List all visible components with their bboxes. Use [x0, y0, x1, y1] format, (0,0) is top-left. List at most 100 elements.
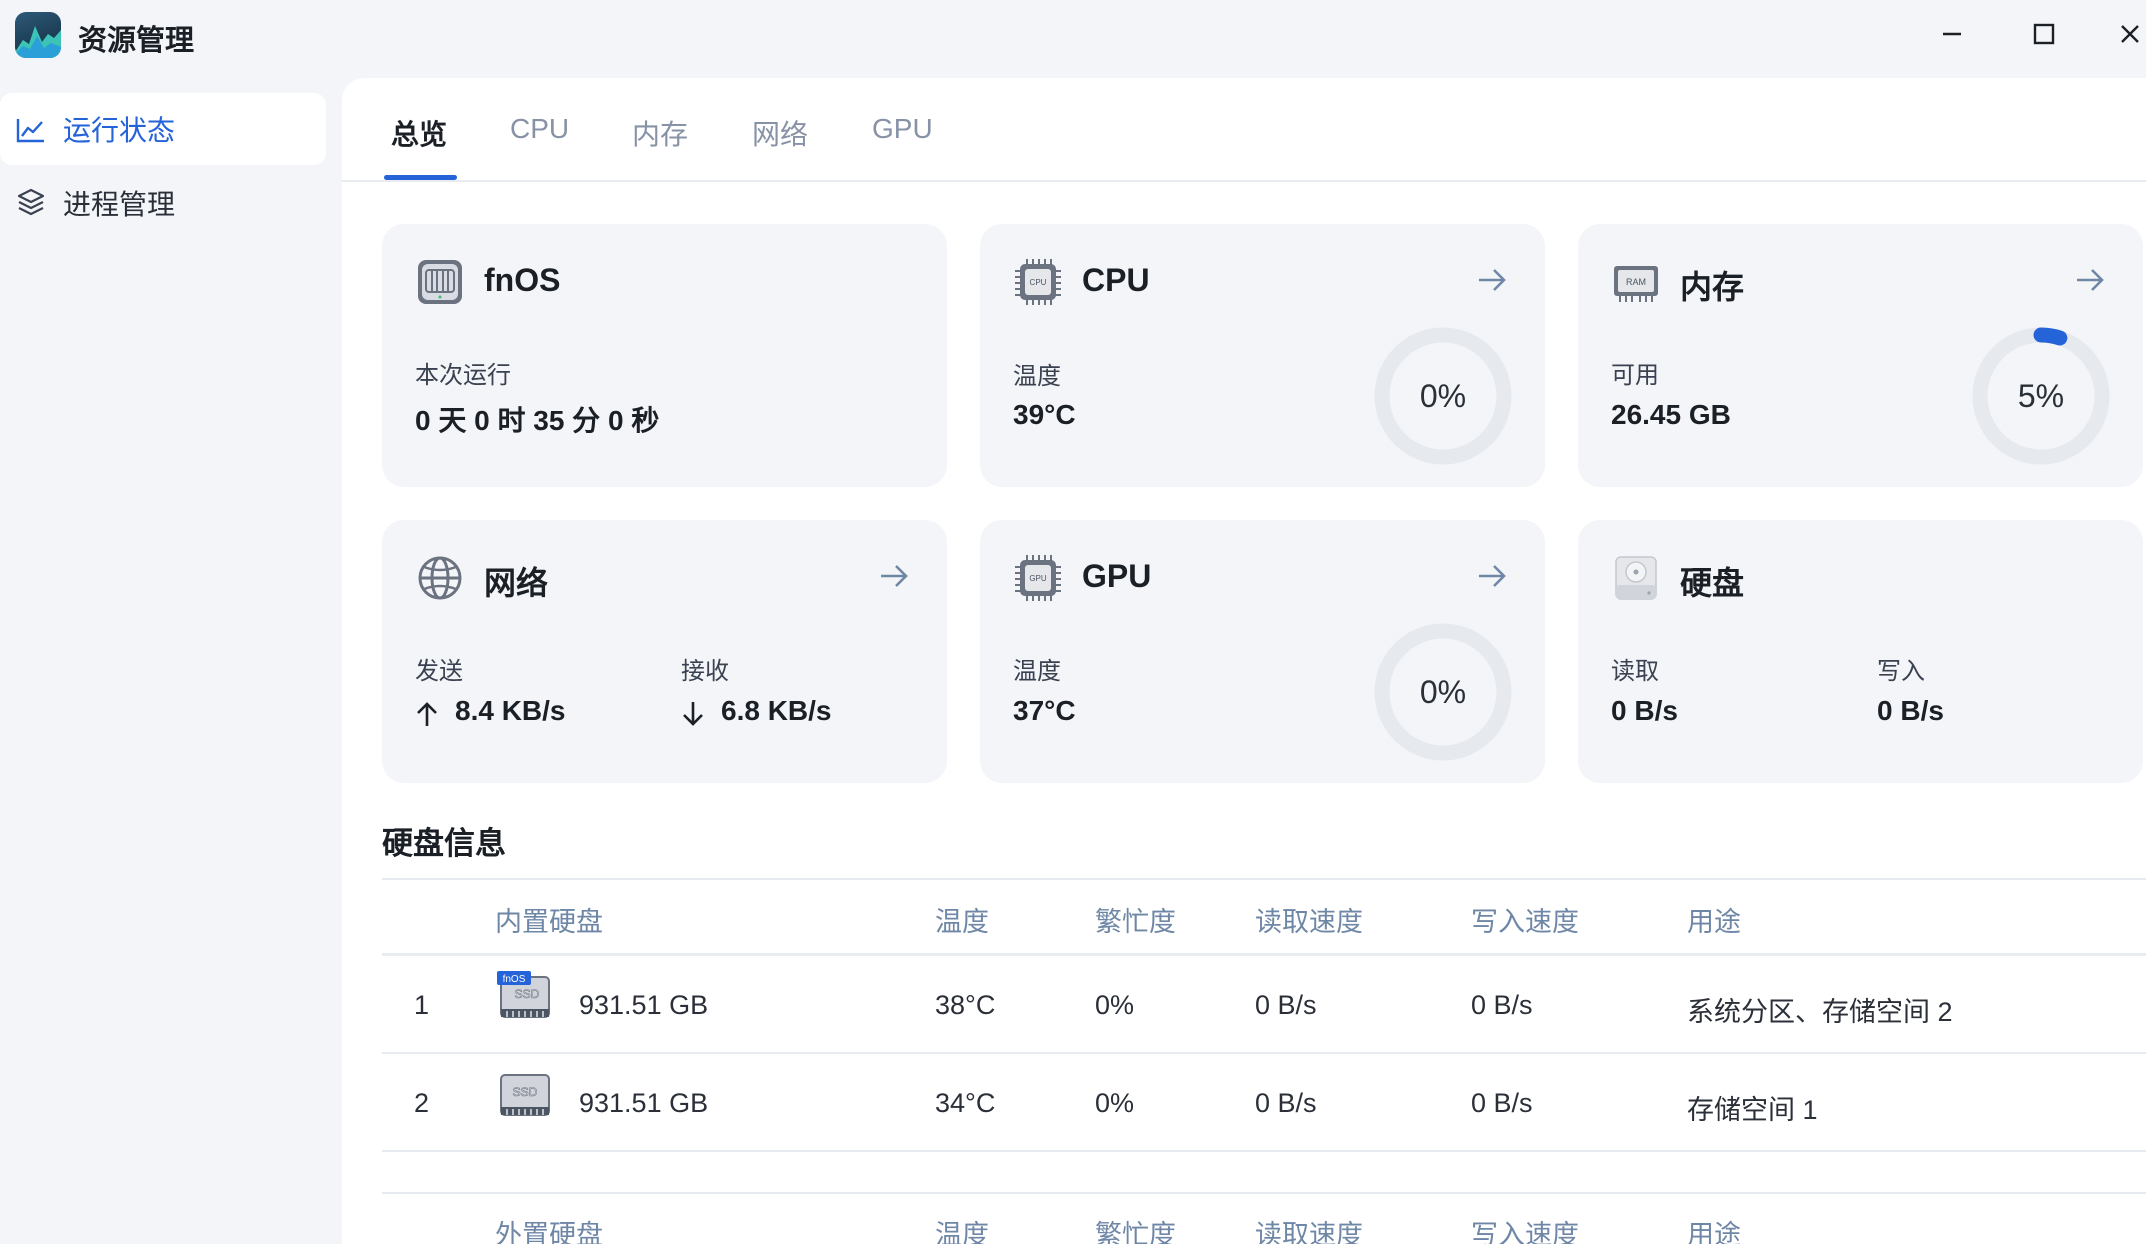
layers-icon	[17, 188, 45, 216]
svg-text:RAM: RAM	[1626, 277, 1646, 287]
tab-gpu[interactable]: GPU	[872, 113, 933, 145]
maximize-icon	[2033, 23, 2055, 45]
arrow-right-icon[interactable]	[1475, 263, 1509, 297]
header-divider	[382, 953, 2146, 956]
arrow-down-icon	[683, 702, 703, 726]
line-chart-icon	[16, 119, 44, 143]
hard-disk-icon	[1615, 556, 1657, 600]
sidebar-item-process[interactable]: 进程管理	[0, 167, 326, 239]
disk-read-label: 读取	[1611, 658, 1659, 685]
active-tab-indicator	[384, 175, 457, 180]
app-title: 资源管理	[78, 25, 195, 57]
column-header-read-speed: 读取速度	[1255, 1220, 1363, 1244]
disk-usage: 系统分区、存储空间 2	[1687, 997, 1953, 1027]
disk-usage: 存储空间 1	[1687, 1095, 1818, 1125]
main-panel: 总览 CPU 内存 网络 GPU fnOS 本次运行 0 天 0 时 35 分 …	[342, 78, 2146, 1244]
uptime-value: 0 天 0 时 35 分 0 秒	[415, 405, 660, 436]
svg-text:SSD: SSD	[515, 987, 540, 1001]
globe-icon	[418, 556, 462, 600]
ram-icon: RAM	[1614, 266, 1658, 302]
card-title: 硬盘	[1680, 565, 1745, 601]
fnos-device-icon	[418, 260, 462, 304]
disk-read-value: 0 B/s	[1611, 695, 1678, 726]
memory-available-value: 26.45 GB	[1611, 399, 1731, 430]
disk-info-title: 硬盘信息	[382, 826, 506, 861]
disk-size: 931.51 GB	[579, 990, 709, 1020]
card-title: 内存	[1680, 269, 1745, 305]
memory-available-label: 可用	[1611, 362, 1659, 389]
arrow-right-icon[interactable]	[2073, 263, 2107, 297]
gpu-temp-value: 37°C	[1013, 695, 1076, 726]
ssd-icon: SSD	[500, 1074, 550, 1116]
card-title: 网络	[484, 565, 549, 601]
row-index: 1	[414, 990, 430, 1020]
maximize-button[interactable]	[2024, 14, 2064, 54]
close-icon	[2121, 25, 2139, 43]
disk-read-speed: 0 B/s	[1255, 990, 1317, 1020]
disk-read-speed: 0 B/s	[1255, 1088, 1317, 1118]
svg-text:CPU: CPU	[1030, 278, 1047, 287]
card-title: fnOS	[484, 262, 561, 298]
activity-chart-app-icon	[15, 12, 61, 58]
column-header-external-disk: 外置硬盘	[495, 1220, 603, 1244]
minimize-button[interactable]	[1932, 14, 1972, 54]
cpu-temp-value: 39°C	[1013, 399, 1076, 430]
gpu-card[interactable]: GPU GPU 温度 37°C 0%	[980, 520, 1545, 783]
gpu-chip-icon: GPU	[1015, 555, 1061, 601]
receive-label: 接收	[681, 658, 729, 685]
column-header-busy: 繁忙度	[1095, 1220, 1176, 1244]
tab-cpu[interactable]: CPU	[510, 113, 569, 145]
disk-write-label: 写入	[1877, 658, 1925, 685]
column-header-internal-disk: 内置硬盘	[495, 907, 603, 937]
disk-busy: 0%	[1095, 990, 1135, 1020]
svg-text:SSD: SSD	[513, 1085, 538, 1099]
send-label: 发送	[415, 658, 463, 685]
sidebar-item-status[interactable]: 运行状态	[0, 93, 326, 165]
cpu-temp-label: 温度	[1013, 363, 1061, 390]
cpu-card[interactable]: CPU CPU 温度 39°C 0%	[980, 224, 1545, 487]
send-value: 8.4 KB/s	[455, 695, 566, 726]
close-button[interactable]	[2110, 14, 2146, 54]
column-header-write-speed: 写入速度	[1471, 1220, 1579, 1244]
column-header-busy: 繁忙度	[1095, 907, 1176, 937]
column-header-usage: 用途	[1687, 1220, 1741, 1244]
disk-temperature: 38°C	[935, 990, 996, 1020]
disk-size: 931.51 GB	[579, 1088, 709, 1118]
divider	[382, 878, 2146, 880]
svg-text:fnOS: fnOS	[503, 974, 526, 985]
sidebar-item-label: 进程管理	[63, 189, 176, 220]
card-title: CPU	[1082, 262, 1150, 298]
arrow-right-icon[interactable]	[1475, 559, 1509, 593]
cpu-usage-value: 0%	[1419, 377, 1467, 414]
uptime-label: 本次运行	[415, 362, 511, 389]
disk-card: 硬盘 读取 0 B/s 写入 0 B/s	[1578, 520, 2143, 783]
disk-write-speed: 0 B/s	[1471, 990, 1533, 1020]
card-title: GPU	[1082, 558, 1152, 594]
memory-card[interactable]: RAM 内存 可用 26.45 GB 5%	[1578, 224, 2143, 487]
sidebar: 运行状态 进程管理	[0, 68, 340, 1244]
cpu-chip-icon: CPU	[1015, 259, 1061, 305]
disk-write-speed: 0 B/s	[1471, 1088, 1533, 1118]
title-bar: 资源管理	[0, 0, 2146, 68]
ssd-icon: SSD fnOS	[497, 971, 550, 1018]
row-divider	[382, 1150, 2146, 1152]
svg-text:GPU: GPU	[1029, 574, 1047, 583]
receive-value: 6.8 KB/s	[721, 695, 832, 726]
column-header-usage: 用途	[1687, 907, 1741, 937]
disk-busy: 0%	[1095, 1088, 1135, 1118]
row-index: 2	[414, 1088, 430, 1118]
column-header-temperature: 温度	[935, 1220, 989, 1244]
column-header-temperature: 温度	[935, 907, 989, 937]
tab-network[interactable]: 网络	[752, 113, 808, 153]
tab-memory[interactable]: 内存	[632, 113, 688, 153]
network-card[interactable]: 网络 发送 8.4 KB/s 接收 6.8 KB/s	[382, 520, 947, 783]
sidebar-item-label: 运行状态	[63, 115, 176, 146]
column-header-write-speed: 写入速度	[1471, 907, 1579, 937]
row-divider	[382, 1052, 2146, 1054]
column-header-read-speed: 读取速度	[1255, 907, 1363, 937]
tab-overview[interactable]: 总览	[391, 113, 447, 153]
arrow-right-icon[interactable]	[877, 559, 911, 593]
gpu-temp-label: 温度	[1013, 658, 1061, 685]
tab-bar: 总览 CPU 内存 网络 GPU	[342, 78, 2146, 182]
disk-temperature: 34°C	[935, 1088, 996, 1118]
